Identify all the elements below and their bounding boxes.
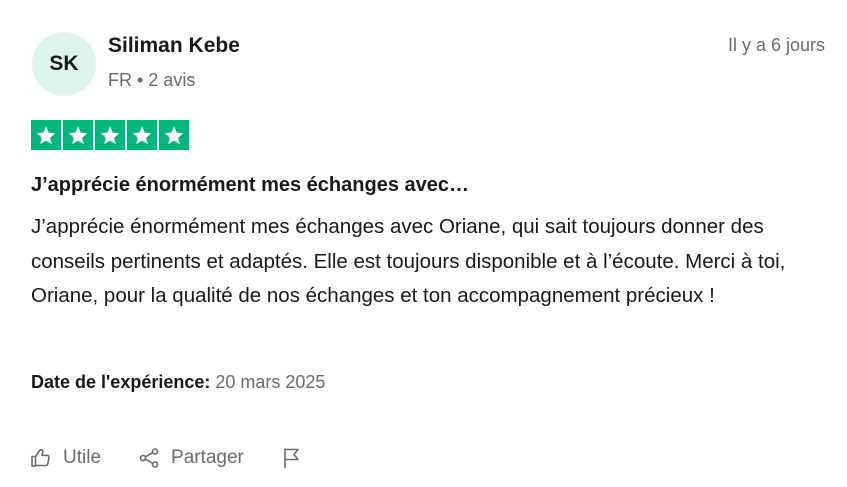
flag-icon — [284, 448, 299, 469]
review-body: J’apprécie énormément mes échanges avec … — [31, 215, 786, 307]
report-button[interactable] — [280, 446, 304, 470]
thumbs-up-icon — [31, 448, 50, 467]
experience-date: Date de l'expérience: 20 mars 2025 — [31, 372, 325, 393]
review-title[interactable]: J’apprécie énormément mes échanges avec… — [31, 174, 469, 197]
reviewer-meta: FR • 2 avis — [108, 70, 196, 90]
star-icon — [95, 120, 125, 150]
experience-date-value: 20 mars 2025 — [215, 372, 326, 392]
useful-label: Utile — [63, 447, 102, 468]
reviewer-name[interactable]: Siliman Kebe — [108, 34, 240, 58]
review-actions: Utile Partager — [29, 443, 304, 473]
experience-date-label: Date de l'expérience: — [31, 372, 211, 392]
share-label: Partager — [171, 447, 244, 468]
share-button[interactable]: Partager — [137, 446, 244, 470]
useful-button[interactable]: Utile — [29, 446, 101, 470]
review-card: SK Siliman Kebe FR • 2 avis Il y a 6 jou… — [0, 0, 847, 487]
star-rating — [31, 120, 189, 150]
star-icon — [127, 120, 157, 150]
star-icon — [63, 120, 93, 150]
review-date-ago: Il y a 6 jours — [727, 35, 825, 55]
avatar[interactable]: SK — [32, 32, 96, 96]
star-icon — [159, 120, 189, 150]
star-icon — [31, 120, 61, 150]
share-icon — [139, 448, 159, 468]
avatar-initials: SK — [49, 52, 79, 75]
